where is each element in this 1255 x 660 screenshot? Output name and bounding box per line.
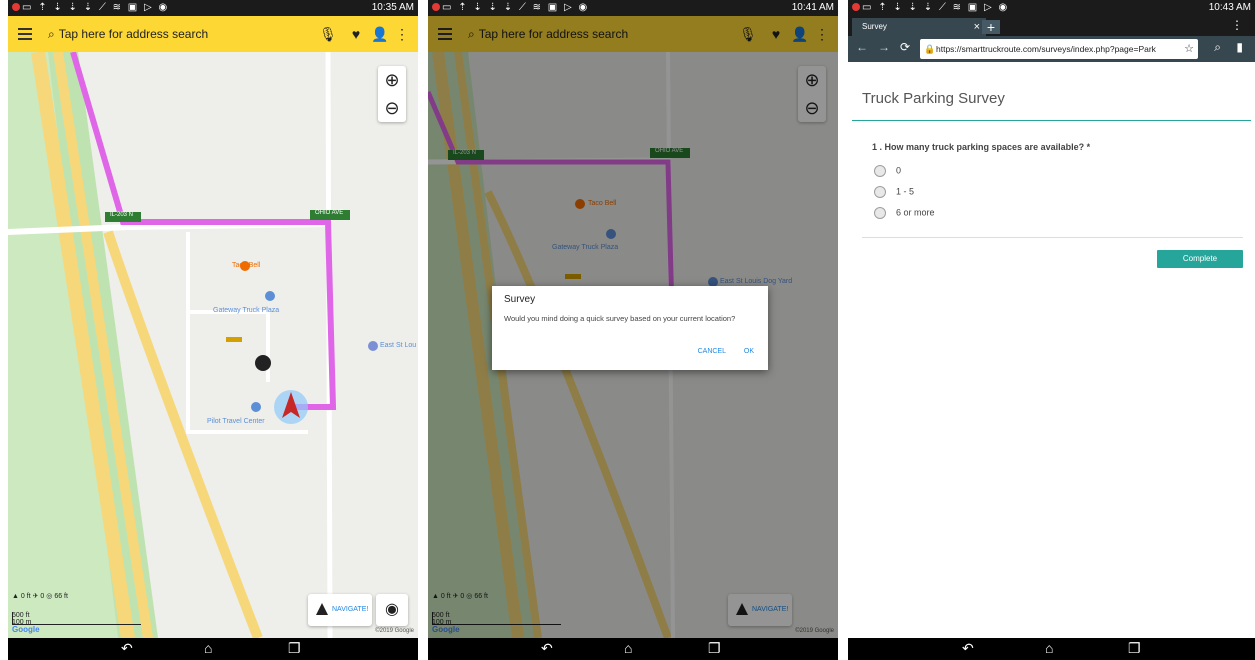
cancel-button[interactable]: CANCEL bbox=[698, 348, 726, 355]
elevation-value: 0 ft bbox=[20, 593, 31, 600]
url-bar: ← → ⟳ 🔒 https://smarttruckroute.com/surv… bbox=[848, 36, 1255, 62]
navigate-label: NAVIGATE! bbox=[332, 606, 369, 613]
form-divider bbox=[862, 237, 1243, 238]
back-icon[interactable]: ↶ bbox=[962, 640, 974, 657]
my-location-icon[interactable]: ◉ bbox=[376, 594, 408, 626]
bookmark-star-icon[interactable]: ☆ bbox=[1184, 39, 1194, 59]
distance-icon: ◎ bbox=[46, 593, 53, 600]
grade-icon: ✈ bbox=[32, 593, 39, 600]
zoom-controls: ⊕ ⊖ bbox=[378, 66, 406, 122]
browser-tab-strip: Survey × + ⋮ bbox=[848, 16, 1255, 36]
address-search[interactable]: ⌕ Tap here for address search bbox=[48, 24, 228, 44]
radio-icon[interactable] bbox=[874, 207, 886, 219]
status-bar: ▭ ⇡ ⇣ ⇣ ⇣ ⟋ ≋ ▣ ▷ ◉ 10:43 AM bbox=[848, 0, 1255, 16]
option-label: 1 - 5 bbox=[896, 186, 915, 197]
new-tab-icon[interactable]: + bbox=[982, 20, 1000, 34]
gateway-label: Gateway Truck Plaza bbox=[213, 307, 280, 314]
survey-dialog: Survey Would you mind doing a quick surv… bbox=[492, 286, 768, 370]
menu-icon[interactable] bbox=[16, 25, 34, 43]
dialog-message: Would you mind doing a quick survey base… bbox=[504, 314, 736, 323]
grade-value: 0 bbox=[40, 593, 45, 600]
distance-value: 66 ft bbox=[54, 593, 68, 600]
back-arrow-icon[interactable]: ← bbox=[856, 40, 868, 54]
zoom-out-icon[interactable]: ⊖ bbox=[378, 94, 406, 122]
radio-icon[interactable] bbox=[874, 165, 886, 177]
system-nav-bar: ↶ ⌂ ❐ bbox=[848, 638, 1255, 660]
page-title: Truck Parking Survey bbox=[862, 90, 1005, 107]
url-text: https://smarttruckroute.com/surveys/inde… bbox=[936, 44, 1156, 54]
forward-arrow-icon[interactable]: → bbox=[878, 40, 890, 54]
tab-title: Survey bbox=[862, 22, 887, 31]
ok-button[interactable]: OK bbox=[744, 348, 754, 355]
app-toolbar: ⌕ Tap here for address search 🎙 ♥ 👤 ⋮ bbox=[8, 16, 418, 52]
recents-icon[interactable]: ❐ bbox=[288, 640, 301, 657]
address-field[interactable]: 🔒 https://smarttruckroute.com/surveys/in… bbox=[920, 39, 1198, 59]
reload-icon[interactable]: ⟳ bbox=[900, 40, 910, 54]
map-copyright: ©2019 Google bbox=[375, 628, 414, 634]
navigate-button[interactable]: NAVIGATE! bbox=[308, 594, 372, 626]
il203-sign: IL-203 N bbox=[110, 212, 134, 218]
address-search-label: Tap here for address search bbox=[58, 27, 209, 41]
back-icon[interactable]: ↶ bbox=[121, 640, 133, 657]
survey-question: 1 . How many truck parking spaces are av… bbox=[872, 142, 1091, 152]
browser-survey-screen: ▭ ⇡ ⇣ ⇣ ⇣ ⟋ ≋ ▣ ▷ ◉ 10:43 AM Survey × + ⋮… bbox=[848, 0, 1255, 660]
recents-icon[interactable]: ❐ bbox=[1128, 640, 1141, 657]
status-bar: ▭ ⇡ ⇣ ⇣ ⇣ ⟋ ≋ ▣ ▷ ◉ 10:35 AM bbox=[8, 0, 418, 16]
overflow-menu-icon[interactable]: ⋮ bbox=[1231, 18, 1243, 32]
home-icon[interactable]: ⌂ bbox=[624, 640, 632, 656]
dialog-title: Survey bbox=[504, 294, 536, 305]
option-0[interactable]: 0 bbox=[874, 165, 901, 177]
bookmark-icon[interactable]: ▮ bbox=[1236, 40, 1243, 54]
system-nav-bar: ↶ ⌂ ❐ bbox=[8, 638, 418, 660]
map-screen-1: ▭ ⇡ ⇣ ⇣ ⇣ ⟋ ≋ ▣ ▷ ◉ 10:35 AM ⌕ Tap here f… bbox=[8, 0, 418, 660]
microphone-icon[interactable]: 🎙 bbox=[318, 24, 338, 44]
notification-icons: ▭ ⇡ ⇣ ⇣ ⇣ ⟋ ≋ ▣ ▷ ◉ bbox=[852, 2, 1009, 13]
pilot-label: Pilot Travel Center bbox=[207, 418, 265, 425]
east-st-lou-label: East St Lou bbox=[380, 342, 417, 349]
scale-bar: 500 ft 100 m bbox=[12, 612, 141, 626]
lock-icon: 🔒 bbox=[924, 44, 936, 54]
notification-icons: ▭ ⇡ ⇣ ⇣ ⇣ ⟋ ≋ ▣ ▷ ◉ bbox=[432, 2, 589, 13]
status-bar: ▭ ⇡ ⇣ ⇣ ⇣ ⟋ ≋ ▣ ▷ ◉ 10:41 AM bbox=[428, 0, 838, 16]
status-time: 10:43 AM bbox=[1208, 2, 1251, 13]
title-divider bbox=[852, 120, 1251, 121]
complete-button[interactable]: Complete bbox=[1157, 250, 1243, 268]
heart-icon[interactable]: ♥ bbox=[346, 24, 366, 44]
radio-icon[interactable] bbox=[874, 186, 886, 198]
overflow-menu-icon[interactable]: ⋮ bbox=[392, 24, 412, 44]
ohio-ave-sign: OHIO AVE bbox=[315, 210, 344, 216]
zoom-in-icon[interactable]: ⊕ bbox=[378, 66, 406, 94]
map-view[interactable]: IL-203 N OHIO AVE Taco Bell Gateway Truc… bbox=[8, 52, 418, 638]
browser-tab[interactable]: Survey × bbox=[852, 18, 986, 36]
notification-icons: ▭ ⇡ ⇣ ⇣ ⇣ ⟋ ≋ ▣ ▷ ◉ bbox=[12, 2, 169, 13]
search-icon[interactable]: ⌕ bbox=[1214, 40, 1221, 55]
map-screen-2: ▭ ⇡ ⇣ ⇣ ⇣ ⟋ ≋ ▣ ▷ ◉ 10:41 AM ⌕ Tap here f… bbox=[428, 0, 838, 660]
option-label: 0 bbox=[896, 165, 902, 176]
navigate-arrow-icon bbox=[316, 603, 328, 616]
option-label: 6 or more bbox=[896, 207, 935, 218]
map-canvas bbox=[8, 52, 418, 638]
home-icon[interactable]: ⌂ bbox=[204, 640, 212, 656]
home-icon[interactable]: ⌂ bbox=[1045, 640, 1053, 656]
google-logo: Google bbox=[12, 625, 40, 634]
search-icon: ⌕ bbox=[48, 27, 55, 41]
back-icon[interactable]: ↶ bbox=[541, 640, 553, 657]
user-icon[interactable]: 👤 bbox=[370, 24, 390, 44]
status-time: 10:41 AM bbox=[791, 2, 834, 13]
trip-stats: ▲ 0 ft ✈ 0 ◎ 66 ft bbox=[12, 592, 68, 600]
taco-bell-label: Taco Bell bbox=[232, 262, 261, 269]
status-time: 10:35 AM bbox=[371, 2, 414, 13]
option-6-or-more[interactable]: 6 or more bbox=[874, 207, 935, 219]
recents-icon[interactable]: ❐ bbox=[708, 640, 721, 657]
close-tab-icon[interactable]: × bbox=[974, 18, 980, 36]
elevation-icon: ▲ bbox=[12, 593, 19, 600]
system-nav-bar: ↶ ⌂ ❐ bbox=[428, 638, 838, 660]
option-1-5[interactable]: 1 - 5 bbox=[874, 186, 914, 198]
